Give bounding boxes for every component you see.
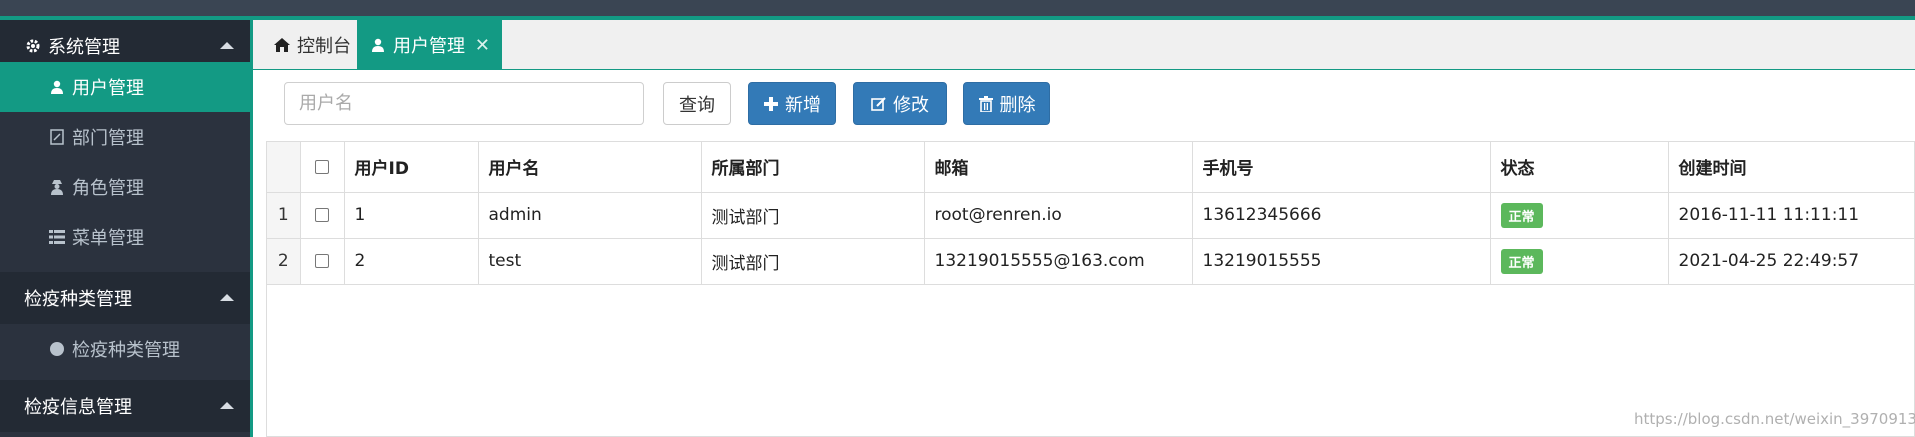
user-table: 用户ID 用户名 所属部门 邮箱 手机号 状态 创建时间 1 1 admin 测… <box>266 141 1915 437</box>
cell-user-id: 1 <box>344 192 479 239</box>
tab-bar: 控制台 用户管理 ✕ <box>253 20 1915 70</box>
sidebar-group-label: 检疫信息管理 <box>24 397 132 418</box>
edit-button-label: 修改 <box>893 94 929 116</box>
column-header[interactable]: 状态 <box>1490 142 1669 193</box>
cell-phone: 13612345666 <box>1192 192 1491 239</box>
circle-icon <box>48 340 66 358</box>
user-icon <box>48 78 66 96</box>
search-input[interactable] <box>284 82 644 125</box>
delete-button[interactable]: 删除 <box>963 82 1050 125</box>
query-button[interactable]: 查询 <box>663 82 731 125</box>
tab-user-management[interactable]: 用户管理 ✕ <box>357 20 502 70</box>
edit-button[interactable]: 修改 <box>853 82 947 125</box>
document-edit-icon <box>48 128 66 146</box>
query-button-label: 查询 <box>679 94 715 116</box>
tab-label: 控制台 <box>297 36 351 57</box>
top-bar <box>0 0 1915 16</box>
cell-user-id: 2 <box>344 238 479 285</box>
cell-status: 正常 <box>1490 238 1669 285</box>
cell-created-time: 2021-04-25 22:49:57 <box>1668 238 1915 285</box>
plus-icon <box>763 96 779 112</box>
sidebar: 系统管理 用户管理 部门管理 角色管理 菜单管理 检疫种类管理 检疫种类管理 检… <box>0 20 250 437</box>
sidebar-item-menus[interactable]: 菜单管理 <box>0 212 250 262</box>
sidebar-item-label: 菜单管理 <box>72 228 144 249</box>
add-button-label: 新增 <box>785 94 821 116</box>
row-checkbox[interactable] <box>315 208 329 222</box>
row-checkbox[interactable] <box>315 254 329 268</box>
cell-department: 测试部门 <box>701 238 925 285</box>
table-header-row: 用户ID 用户名 所属部门 邮箱 手机号 状态 创建时间 <box>267 142 1915 193</box>
column-header[interactable]: 邮箱 <box>924 142 1193 193</box>
column-header[interactable]: 用户ID <box>344 142 479 193</box>
cell-department: 测试部门 <box>701 192 925 239</box>
column-header[interactable]: 所属部门 <box>701 142 925 193</box>
row-number-header <box>267 142 301 193</box>
tab-dashboard[interactable]: 控制台 <box>261 20 353 70</box>
cell-status: 正常 <box>1490 192 1669 239</box>
caret-up-icon <box>220 42 234 49</box>
row-number: 2 <box>267 238 301 285</box>
cell-created-time: 2016-11-11 11:11:11 <box>1668 192 1915 239</box>
sidebar-item-label: 用户管理 <box>72 78 144 99</box>
gear-icon <box>24 37 42 55</box>
watermark: https://blog.csdn.net/weixin_39709134 <box>1634 410 1915 428</box>
caret-up-icon <box>220 402 234 409</box>
sidebar-item-quarantine-type-manage[interactable]: 检疫种类管理 <box>0 324 250 374</box>
sidebar-group-label: 检疫种类管理 <box>24 289 132 310</box>
row-checkbox-cell <box>300 192 345 239</box>
caret-up-icon <box>220 294 234 301</box>
row-checkbox-cell <box>300 238 345 285</box>
delete-button-label: 删除 <box>999 94 1036 116</box>
cell-email: root@renren.io <box>924 192 1193 239</box>
select-all-checkbox[interactable] <box>315 159 329 174</box>
sidebar-item-label: 角色管理 <box>72 178 144 199</box>
edit-icon <box>871 96 887 112</box>
trash-icon <box>978 95 994 112</box>
sidebar-group-quarantine-type[interactable]: 检疫种类管理 <box>0 272 250 324</box>
table-row[interactable]: 1 1 admin 测试部门 root@renren.io 1361234566… <box>267 192 1915 239</box>
sidebar-group-label: 系统管理 <box>48 37 120 58</box>
column-header[interactable]: 创建时间 <box>1668 142 1915 193</box>
select-all-checkbox-cell <box>300 142 345 193</box>
sidebar-group-quarantine-info[interactable]: 检疫信息管理 <box>0 380 250 432</box>
user-icon <box>369 36 387 54</box>
cell-username: test <box>478 238 702 285</box>
status-badge: 正常 <box>1500 248 1543 274</box>
cell-phone: 13219015555 <box>1192 238 1491 285</box>
home-icon <box>273 36 291 54</box>
tab-label: 用户管理 <box>393 36 465 57</box>
list-icon <box>48 228 66 246</box>
cell-username: admin <box>478 192 702 239</box>
sidebar-item-label: 部门管理 <box>72 128 144 149</box>
add-button[interactable]: 新增 <box>748 82 836 125</box>
sidebar-item-users[interactable]: 用户管理 <box>0 62 250 112</box>
close-icon[interactable]: ✕ <box>475 35 490 56</box>
sidebar-edge <box>250 20 253 437</box>
cell-email: 13219015555@163.com <box>924 238 1193 285</box>
row-number: 1 <box>267 192 301 239</box>
sidebar-item-departments[interactable]: 部门管理 <box>0 112 250 162</box>
column-header[interactable]: 用户名 <box>478 142 702 193</box>
status-badge: 正常 <box>1500 202 1543 228</box>
column-header[interactable]: 手机号 <box>1192 142 1491 193</box>
table-row[interactable]: 2 2 test 测试部门 13219015555@163.com 132190… <box>267 238 1915 285</box>
sidebar-item-roles[interactable]: 角色管理 <box>0 162 250 212</box>
sidebar-item-label: 检疫种类管理 <box>72 340 180 361</box>
user-secret-icon <box>48 178 66 196</box>
